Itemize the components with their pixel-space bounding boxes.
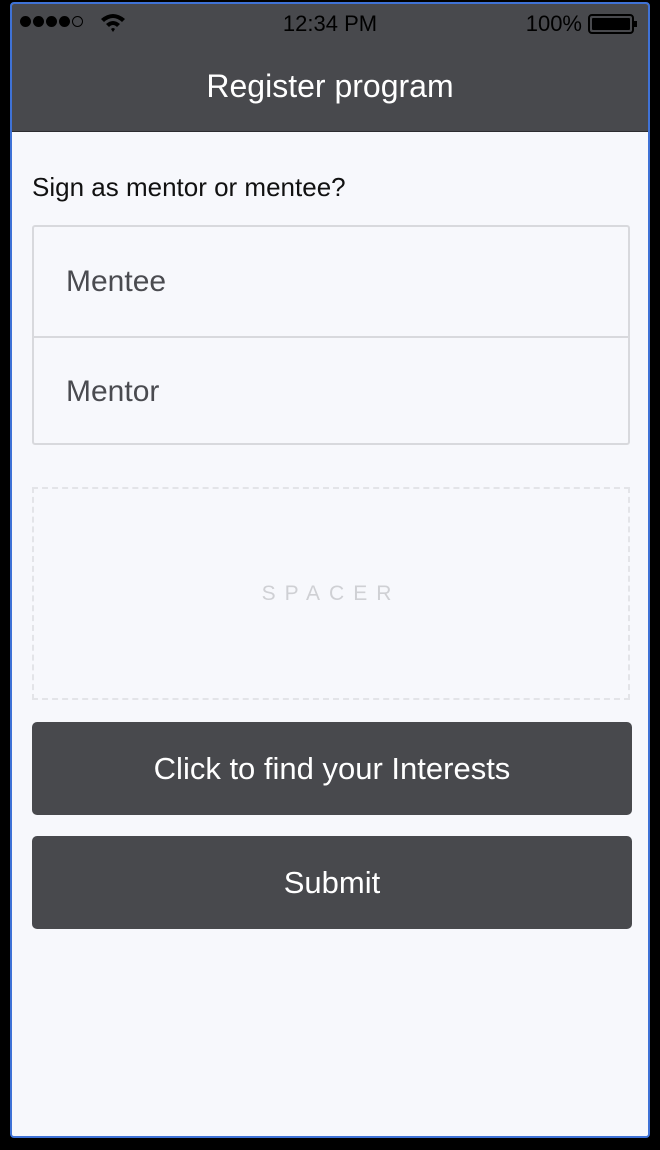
find-interests-button[interactable]: Click to find your Interests [32, 722, 632, 815]
spacer-placeholder: SPACER [32, 487, 630, 700]
role-question-label: Sign as mentor or mentee? [32, 172, 346, 202]
page-title: Register program [206, 68, 454, 104]
phone-screen: 12:34 PM 100% Register program Sign as m… [10, 2, 650, 1138]
battery-icon [588, 14, 637, 34]
role-options-list: Mentee Mentor [32, 225, 630, 445]
status-bar: 12:34 PM 100% [12, 4, 648, 44]
submit-button[interactable]: Submit [32, 836, 632, 929]
navigation-bar: Register program [12, 44, 648, 132]
option-mentor[interactable]: Mentor [34, 336, 628, 445]
battery-percentage: 100% [525, 11, 582, 36]
option-mentee[interactable]: Mentee [34, 227, 628, 336]
